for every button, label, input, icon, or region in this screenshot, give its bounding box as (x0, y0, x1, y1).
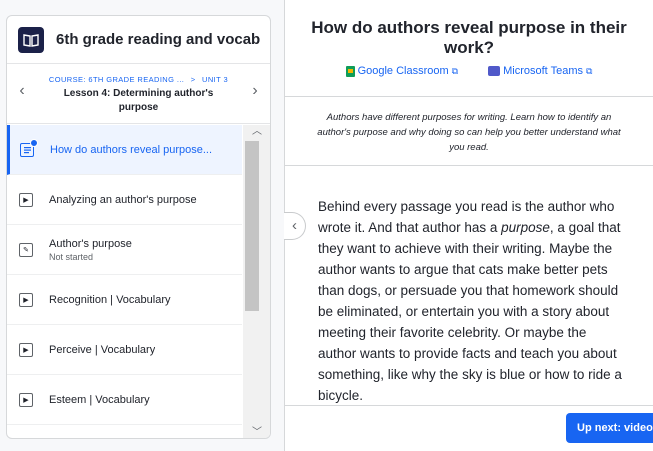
article-body-text: , a goal that they want to achieve with … (318, 220, 622, 403)
article-icon (20, 138, 38, 157)
list-item-title: Author's purpose (49, 237, 132, 250)
article-description: Authors have different purposes for writ… (317, 112, 621, 153)
microsoft-teams-icon (488, 66, 501, 76)
collapse-sidebar-chevron-icon[interactable]: ‹ (284, 212, 306, 240)
divider (285, 165, 653, 166)
list-item-status: Not started (49, 251, 94, 262)
external-link-icon: ⧉ (451, 65, 459, 76)
next-lesson-chevron-icon[interactable]: › (248, 82, 262, 100)
list-item-label: Analyzing an author's purpose (49, 193, 197, 206)
list-scrollbar[interactable]: ︿ ﹀ (243, 125, 270, 438)
course-logo-icon (18, 26, 44, 53)
external-link-icon: ⧉ (585, 65, 593, 76)
breadcrumb-separator: > (190, 75, 196, 84)
lesson-nav: ‹ COURSE: 6TH GRADE READING ... > UNIT 3… (7, 64, 270, 124)
google-classroom-label: Google Classroom (357, 65, 449, 77)
share-links: Google Classroom ⧉ Microsoft Teams ⧉ (285, 65, 653, 77)
breadcrumb: COURSE: 6TH GRADE READING ... > UNIT 3 (7, 75, 270, 84)
exercise-pencil-icon: ✎ (19, 242, 33, 257)
list-item-video[interactable]: ▶ Recognition | Vocabulary (7, 275, 242, 325)
footer-divider (285, 405, 653, 406)
video-play-icon: ▶ (19, 342, 33, 357)
left-sidebar-region: 6th grade reading and vocab ‹ COURSE: 6T… (0, 0, 284, 451)
video-play-icon: ▶ (19, 292, 33, 307)
list-item-exercise[interactable]: ✎ Author's purpose Not started (7, 225, 242, 275)
microsoft-teams-label: Microsoft Teams (503, 65, 583, 77)
list-item-label: Esteem | Vocabulary (49, 393, 150, 406)
list-item-video[interactable]: ▶ Analyzing an author's purpose (7, 175, 242, 225)
course-header[interactable]: 6th grade reading and vocab (7, 16, 270, 64)
video-play-icon: ▶ (19, 192, 33, 207)
in-progress-badge-icon (30, 138, 38, 147)
list-item-label: Author's purpose Not started (49, 238, 132, 262)
google-classroom-link[interactable]: Google Classroom ⧉ (345, 65, 459, 77)
list-item-label: Perceive | Vocabulary (49, 343, 156, 356)
article-body: Behind every passage you read is the aut… (318, 196, 628, 406)
list-item-video[interactable]: ▶ Esteem | Vocabulary (7, 375, 242, 425)
list-item-label: Recognition | Vocabulary (49, 293, 171, 306)
scroll-up-chevron-icon[interactable]: ︿ (243, 125, 270, 139)
article-body-emphasis: purpose (501, 220, 550, 235)
breadcrumb-course-link[interactable]: COURSE: 6TH GRADE READING ... (49, 75, 184, 84)
lesson-title: Lesson 4: Determining author's purpose (63, 88, 214, 113)
breadcrumb-unit-link[interactable]: UNIT 3 (202, 75, 228, 84)
scroll-down-chevron-icon[interactable]: ﹀ (243, 426, 270, 438)
divider (285, 96, 653, 97)
video-play-icon: ▶ (19, 392, 33, 407)
list-item-label: How do authors reveal purpose... (50, 143, 213, 156)
previous-lesson-chevron-icon[interactable]: ‹ (15, 82, 29, 100)
lesson-items-list: How do authors reveal purpose... ▶ Analy… (7, 125, 242, 438)
google-classroom-icon (345, 65, 355, 77)
course-sidebar: 6th grade reading and vocab ‹ COURSE: 6T… (6, 15, 271, 439)
list-item-article-active[interactable]: How do authors reveal purpose... (7, 125, 242, 175)
article-panel: How do authors reveal purpose in their w… (284, 0, 653, 451)
article-title: How do authors reveal purpose in their w… (311, 18, 627, 57)
up-next-button[interactable]: Up next: video (566, 413, 653, 443)
list-item-video[interactable]: ▶ Perceive | Vocabulary (7, 325, 242, 375)
course-title: 6th grade reading and vocab (56, 31, 261, 48)
scrollbar-thumb[interactable] (245, 141, 259, 311)
microsoft-teams-link[interactable]: Microsoft Teams ⧉ (488, 65, 592, 77)
